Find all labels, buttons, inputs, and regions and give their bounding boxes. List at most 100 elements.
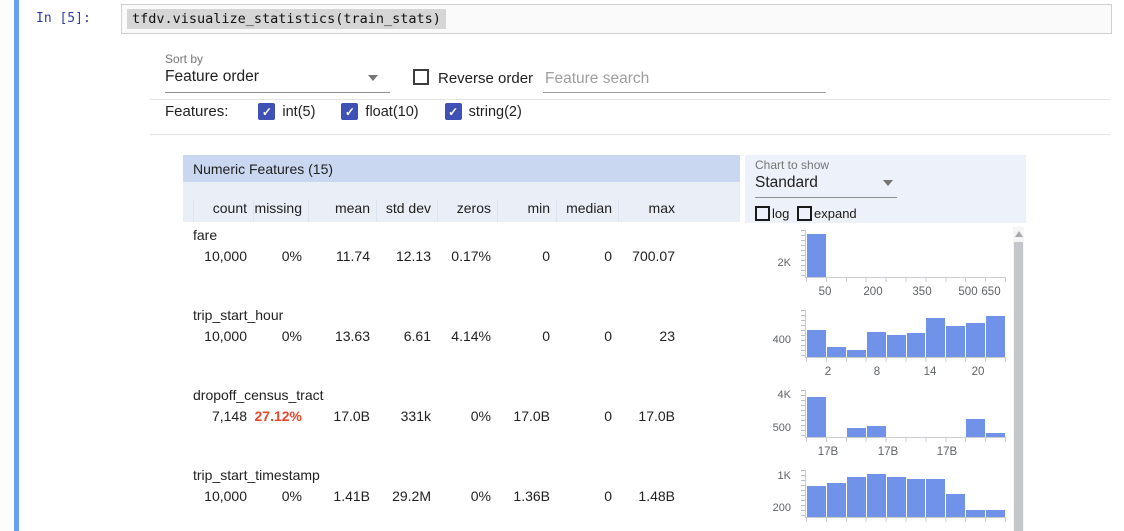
histogram-bar xyxy=(986,316,1005,357)
value-cell: 0% xyxy=(253,486,308,506)
value-cell: 17.0B xyxy=(308,406,376,426)
value-cell: 0 xyxy=(556,326,618,346)
feature-name: trip_start_timestamp xyxy=(183,466,740,484)
chart-type-value[interactable]: Standard xyxy=(755,174,818,192)
x-axis-ticks xyxy=(806,438,1006,442)
table-row: fare10,0000%11.7412.130.17%00700.07 xyxy=(183,222,740,302)
histogram-plot xyxy=(805,310,1006,358)
histogram-bars xyxy=(807,310,1005,357)
histogram-trip_start_hour: 400281420 xyxy=(745,310,1013,390)
column-header: count xyxy=(193,200,253,222)
table-header-row: countmissingmeanstd devzerosminmedianmax xyxy=(183,182,740,222)
x-axis-label: 8 xyxy=(874,366,880,378)
table-title: Numeric Features (15) xyxy=(183,155,740,182)
feature-values-row: 10,0000%1.41B29.2M0%1.36B01.48B xyxy=(183,486,740,506)
x-axis-label: 2 xyxy=(825,366,831,378)
dropdown-underline xyxy=(165,92,390,93)
chart-to-show-label: Chart to show xyxy=(755,158,829,172)
feature-search-input[interactable] xyxy=(543,66,826,93)
charts-scrollbar[interactable] xyxy=(1013,227,1024,531)
expand-checkbox[interactable] xyxy=(797,206,812,221)
value-cell: 4.14% xyxy=(437,326,497,346)
histogram-bars xyxy=(807,230,1005,277)
y-axis-label: 4K xyxy=(745,389,791,401)
x-axis-ticks xyxy=(806,358,1006,362)
histogram-bar xyxy=(946,326,965,357)
value-cell: 17.0B xyxy=(497,406,556,426)
checkbox-checked-icon[interactable]: ✓ xyxy=(445,103,462,120)
scrollbar-thumb[interactable] xyxy=(1014,242,1023,531)
code-input-cell[interactable]: tfdv.visualize_statistics(train_stats) xyxy=(121,4,1112,34)
feature-type-filter[interactable]: ✓int(5) xyxy=(258,103,315,120)
feature-name: fare xyxy=(183,226,740,244)
histogram-bar xyxy=(966,419,985,437)
histogram-bar xyxy=(827,483,846,517)
checkbox-checked-icon[interactable]: ✓ xyxy=(258,103,275,120)
histogram-bar xyxy=(847,477,866,517)
log-label: log xyxy=(772,206,789,221)
column-header: mean xyxy=(308,200,376,222)
value-spacer xyxy=(183,486,193,506)
histogram-fare: 2K50200350500650 xyxy=(745,230,1013,310)
sort-by-dropdown[interactable]: Feature order xyxy=(165,68,390,92)
cell-selection-bar xyxy=(14,0,19,531)
x-axis-label: 20 xyxy=(972,366,985,378)
numeric-features-table: Numeric Features (15) countmissingmeanst… xyxy=(183,155,740,531)
value-spacer xyxy=(183,326,193,346)
x-axis-label: 50 xyxy=(819,286,832,298)
feature-name: dropoff_census_tract xyxy=(183,386,740,404)
histogram-bar xyxy=(847,350,866,357)
column-header: max xyxy=(618,200,681,222)
dropdown-underline xyxy=(755,197,897,198)
value-cell: 0 xyxy=(556,486,618,506)
sort-by-value: Feature order xyxy=(165,68,259,85)
histogram-bar xyxy=(827,347,846,357)
reverse-order-checkbox[interactable] xyxy=(413,69,429,85)
histogram-bar xyxy=(807,486,826,517)
feature-type-filter-bar: Features: ✓int(5)✓float(10)✓string(2) xyxy=(165,103,548,120)
value-cell: 0% xyxy=(253,326,308,346)
histogram-bar xyxy=(966,510,985,517)
histogram-bar xyxy=(986,510,1005,517)
log-checkbox[interactable] xyxy=(755,206,770,221)
histogram-bar xyxy=(907,333,926,357)
value-cell: 17.0B xyxy=(618,406,681,426)
value-cell: 1.36B xyxy=(497,486,556,506)
value-cell: 13.63 xyxy=(308,326,376,346)
y-axis-label: 2K xyxy=(745,257,791,269)
x-axis-ticks xyxy=(806,518,1006,522)
code-text[interactable]: tfdv.visualize_statistics(train_stats) xyxy=(127,9,446,29)
table-row: dropoff_census_tract7,14827.12%17.0B331k… xyxy=(183,382,740,462)
histogram-bar xyxy=(907,479,926,517)
value-cell: 10,000 xyxy=(193,326,253,346)
column-header: std dev xyxy=(376,200,437,222)
value-cell: 0% xyxy=(253,246,308,266)
value-cell: 0 xyxy=(497,326,556,346)
histogram-bars xyxy=(807,470,1005,517)
histogram-bar xyxy=(946,494,965,517)
value-cell: 331k xyxy=(376,406,437,426)
checkbox-checked-icon[interactable]: ✓ xyxy=(341,103,358,120)
value-cell: 0% xyxy=(437,406,497,426)
x-axis-ticks xyxy=(806,278,1006,282)
divider xyxy=(150,134,1110,135)
value-cell: 7,148 xyxy=(193,406,253,426)
x-axis-label: 200 xyxy=(863,286,882,298)
column-header: zeros xyxy=(437,200,497,222)
value-cell: 0% xyxy=(437,486,497,506)
value-cell: 11.74 xyxy=(308,246,376,266)
feature-type-filter-label: string(2) xyxy=(469,104,522,120)
scroll-up-icon[interactable] xyxy=(1015,231,1023,237)
histogram-dropoff_census_tract: 4K50017B17B17B xyxy=(745,390,1013,470)
value-cell: 6.61 xyxy=(376,326,437,346)
histogram-bar xyxy=(887,335,906,357)
value-cell: 0.17% xyxy=(437,246,497,266)
x-axis-label: 14 xyxy=(924,366,937,378)
feature-type-filter[interactable]: ✓float(10) xyxy=(341,103,418,120)
value-cell: 10,000 xyxy=(193,486,253,506)
table-row: trip_start_hour10,0000%13.636.614.14%002… xyxy=(183,302,740,382)
value-spacer xyxy=(183,406,193,426)
chevron-down-icon[interactable] xyxy=(883,180,893,186)
feature-type-filter[interactable]: ✓ string(2) xyxy=(445,103,522,120)
chevron-down-icon xyxy=(368,75,378,81)
